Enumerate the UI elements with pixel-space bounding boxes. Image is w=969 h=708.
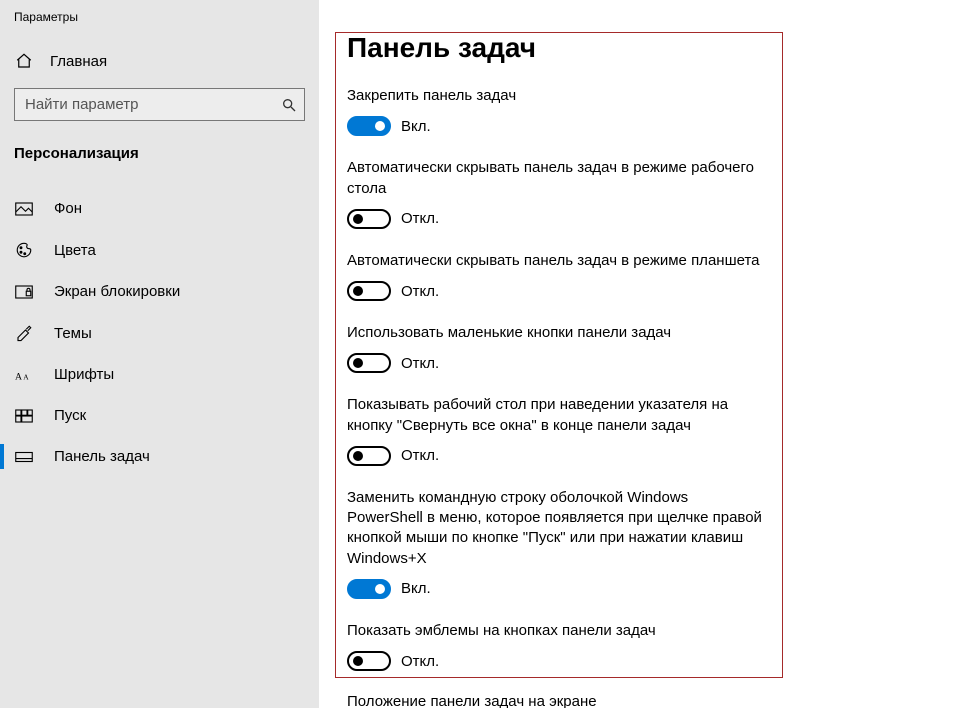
toggle-state: Откл. [401, 355, 439, 372]
nav-item-colors[interactable]: Цвета [0, 229, 319, 271]
search-icon [281, 97, 297, 113]
setting-label: Использовать маленькие кнопки панели зад… [347, 323, 767, 343]
toggle-autohide-desktop[interactable] [347, 209, 391, 229]
toggle-badges[interactable] [347, 651, 391, 671]
setting-autohide-tablet: Автоматически скрывать панель задач в ре… [347, 251, 767, 301]
setting-lock-taskbar: Закрепить панель задач Вкл. [347, 86, 767, 136]
setting-label: Показать эмблемы на кнопках панели задач [347, 621, 767, 641]
toggle-row: Вкл. [347, 579, 767, 599]
nav-item-background[interactable]: Фон [0, 188, 319, 229]
svg-text:A: A [23, 372, 29, 381]
nav-item-fonts[interactable]: AA Шрифты [0, 354, 319, 395]
nav-item-lockscreen[interactable]: Экран блокировки [0, 271, 319, 312]
toggle-state: Откл. [401, 283, 439, 300]
window-title: Параметры [0, 6, 319, 44]
taskbar-icon [14, 451, 34, 463]
setting-small-buttons: Использовать маленькие кнопки панели зад… [347, 323, 767, 373]
lockscreen-icon [14, 285, 34, 299]
search-input[interactable] [14, 88, 305, 121]
toggle-state: Откл. [401, 210, 439, 227]
toggle-peek-desktop[interactable] [347, 446, 391, 466]
toggle-state: Вкл. [401, 580, 431, 597]
toggle-row: Откл. [347, 281, 767, 301]
nav-item-label: Фон [54, 200, 82, 217]
nav-home[interactable]: Главная [0, 44, 319, 78]
toggle-small-buttons[interactable] [347, 353, 391, 373]
toggle-lock-taskbar[interactable] [347, 116, 391, 136]
content-pane: Панель задач Закрепить панель задач Вкл.… [319, 0, 969, 708]
nav-item-themes[interactable]: Темы [0, 312, 319, 354]
nav-list: Фон Цвета Экран блокировки Темы [0, 188, 319, 477]
home-icon [14, 52, 34, 70]
start-icon [14, 409, 34, 423]
themes-icon [14, 324, 34, 342]
page-title: Панель задач [347, 32, 969, 64]
toggle-row: Откл. [347, 353, 767, 373]
toggle-powershell[interactable] [347, 579, 391, 599]
nav-item-start[interactable]: Пуск [0, 395, 319, 436]
nav-item-label: Шрифты [54, 366, 114, 383]
toggle-state: Откл. [401, 447, 439, 464]
setting-label: Автоматически скрывать панель задач в ре… [347, 251, 767, 271]
svg-text:A: A [15, 371, 22, 382]
setting-label: Закрепить панель задач [347, 86, 767, 106]
setting-badges: Показать эмблемы на кнопках панели задач… [347, 621, 767, 671]
toggle-row: Откл. [347, 446, 767, 466]
sidebar: Параметры Главная Персонализация Фон [0, 0, 319, 708]
nav-item-label: Темы [54, 325, 92, 342]
setting-taskbar-position-label: Положение панели задач на экране [347, 693, 767, 708]
fonts-icon: AA [14, 367, 34, 383]
toggle-row: Вкл. [347, 116, 767, 136]
setting-label: Показывать рабочий стол при наведении ук… [347, 395, 767, 436]
toggle-state: Откл. [401, 653, 439, 670]
toggle-row: Откл. [347, 209, 767, 229]
setting-autohide-desktop: Автоматически скрывать панель задач в ре… [347, 158, 767, 229]
nav-item-label: Цвета [54, 242, 96, 259]
nav-item-label: Панель задач [54, 448, 150, 465]
search-wrap [14, 88, 305, 121]
toggle-state: Вкл. [401, 118, 431, 135]
nav-item-label: Экран блокировки [54, 283, 180, 300]
nav-item-taskbar[interactable]: Панель задач [0, 436, 319, 477]
background-icon [14, 202, 34, 216]
category-title: Персонализация [0, 139, 319, 188]
nav-home-label: Главная [50, 53, 107, 70]
setting-peek-desktop: Показывать рабочий стол при наведении ук… [347, 395, 767, 466]
nav-item-label: Пуск [54, 407, 86, 424]
settings-window: Параметры Главная Персонализация Фон [0, 0, 969, 708]
colors-icon [14, 241, 34, 259]
setting-label: Автоматически скрывать панель задач в ре… [347, 158, 767, 199]
toggle-autohide-tablet[interactable] [347, 281, 391, 301]
toggle-row: Откл. [347, 651, 767, 671]
setting-label: Заменить командную строку оболочкой Wind… [347, 488, 767, 569]
setting-powershell: Заменить командную строку оболочкой Wind… [347, 488, 767, 599]
